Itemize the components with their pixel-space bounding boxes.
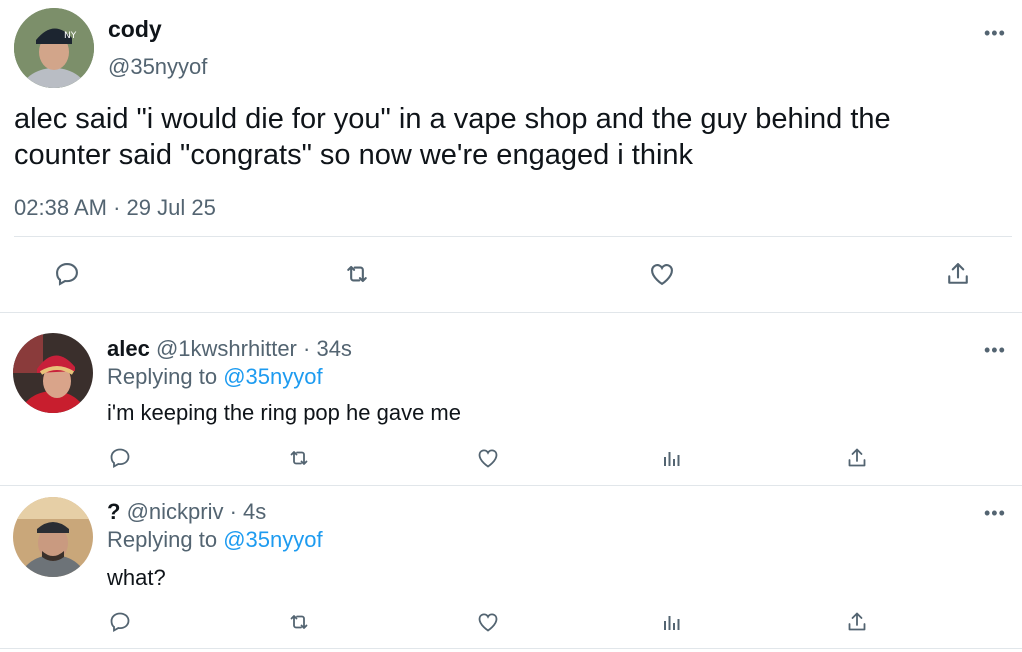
like-icon[interactable] <box>475 610 501 634</box>
avatar[interactable]: NY <box>14 8 94 88</box>
more-icon[interactable]: ••• <box>984 341 1006 359</box>
reply-text: what? <box>107 565 166 590</box>
tweet-text-line: alec said "i would die for you" in a vap… <box>14 103 891 135</box>
retweet-icon[interactable] <box>286 610 312 634</box>
display-name[interactable]: ? <box>107 499 120 524</box>
replying-to-handle[interactable]: @35nyyof <box>223 527 322 552</box>
views-icon[interactable] <box>660 610 684 634</box>
retweet-icon[interactable] <box>286 446 312 470</box>
reply-age: · 34s <box>303 336 352 361</box>
divider <box>14 236 1012 237</box>
more-icon[interactable]: ••• <box>984 504 1006 522</box>
reply-icon[interactable] <box>108 446 132 470</box>
reply-text: i'm keeping the ring pop he gave me <box>107 400 461 425</box>
views-icon[interactable] <box>660 446 684 470</box>
tweet-date: 29 Jul 25 <box>126 195 216 220</box>
handle[interactable]: @1kwshrhitter <box>156 336 297 361</box>
replying-to-handle[interactable]: @35nyyof <box>223 364 322 389</box>
retweet-icon[interactable] <box>342 260 372 288</box>
divider <box>0 312 1022 313</box>
divider <box>0 648 1022 649</box>
avatar[interactable] <box>13 333 93 413</box>
tweet-text: alec said "i would die for you" in a vap… <box>14 101 891 173</box>
reply-header: ? @nickpriv · 4s <box>107 499 266 525</box>
replying-to-label: Replying to <box>107 364 218 389</box>
share-icon[interactable] <box>845 445 869 471</box>
handle[interactable]: @nickpriv <box>127 499 224 524</box>
handle[interactable]: @35nyyof <box>108 54 207 80</box>
like-icon[interactable] <box>647 260 677 288</box>
replying-to: Replying to @35nyyof <box>107 364 323 390</box>
more-icon[interactable]: ••• <box>984 24 1006 42</box>
reply-header: alec @1kwshrhitter · 34s <box>107 336 352 362</box>
avatar[interactable] <box>13 497 93 577</box>
reply-icon[interactable] <box>53 260 81 288</box>
share-icon[interactable] <box>845 609 869 635</box>
tweet-text-line: counter said "congrats" so now we're eng… <box>14 139 694 171</box>
date-separator: · <box>113 195 121 220</box>
like-icon[interactable] <box>475 446 501 470</box>
divider <box>0 485 1022 486</box>
reply-icon[interactable] <box>108 610 132 634</box>
display-name[interactable]: cody <box>108 16 162 43</box>
display-name[interactable]: alec <box>107 336 150 361</box>
reply-age: · 4s <box>229 499 267 524</box>
svg-text:NY: NY <box>64 31 77 41</box>
tweet-timestamp[interactable]: 02:38 AM · 29 Jul 25 <box>14 195 216 221</box>
replying-to: Replying to @35nyyof <box>107 527 323 553</box>
share-icon[interactable] <box>944 259 972 289</box>
replying-to-label: Replying to <box>107 527 218 552</box>
tweet-time: 02:38 AM <box>14 195 107 220</box>
